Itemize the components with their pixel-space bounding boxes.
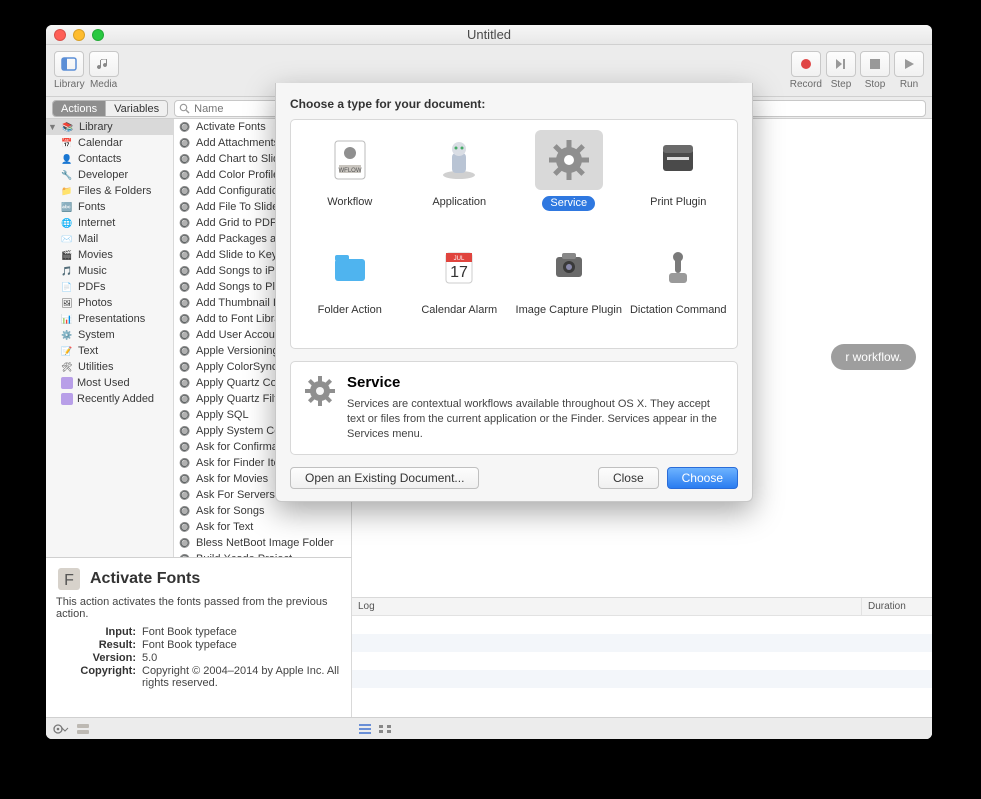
step-label: Step xyxy=(831,79,852,90)
media-icon xyxy=(97,57,111,71)
action-item[interactable]: 🔘Bless NetBoot Image Folder xyxy=(174,535,351,551)
type-desc-title: Service xyxy=(347,374,725,391)
document-type-option[interactable]: Print Plugin xyxy=(624,130,734,234)
choose-button[interactable]: Choose xyxy=(667,467,738,489)
media-button[interactable] xyxy=(89,51,119,77)
document-type-grid: WFLOWWorkflowApplicationServicePrint Plu… xyxy=(290,119,738,349)
document-type-option[interactable]: WFLOWWorkflow xyxy=(295,130,405,234)
log-rows xyxy=(352,616,932,717)
type-description-box: Service Services are contextual workflow… xyxy=(290,361,738,455)
record-button[interactable] xyxy=(791,51,821,77)
library-category[interactable]: ✉️Mail xyxy=(46,231,173,247)
step-icon xyxy=(835,58,847,70)
step-button[interactable] xyxy=(826,51,856,77)
close-button[interactable]: Close xyxy=(598,467,659,489)
library-category[interactable]: 🎵Music xyxy=(46,263,173,279)
library-category[interactable]: 🖼Photos xyxy=(46,295,173,311)
fontbook-icon: F xyxy=(56,566,82,592)
view-flow-icon[interactable] xyxy=(378,722,392,736)
service-gear-icon xyxy=(303,374,337,408)
info-result-key: Result: xyxy=(56,639,136,651)
action-item[interactable]: 🔘Ask for Songs xyxy=(174,503,351,519)
canvas-footer xyxy=(352,717,932,739)
stop-icon xyxy=(869,58,881,70)
svg-text:17: 17 xyxy=(450,264,468,281)
library-smart-folder[interactable]: Recently Added xyxy=(46,391,173,407)
info-copyright-key: Copyright: xyxy=(56,665,136,689)
library-category[interactable]: 🌐Internet xyxy=(46,215,173,231)
library-category[interactable]: 📁Files & Folders xyxy=(46,183,173,199)
info-title: Activate Fonts xyxy=(90,570,200,588)
library-toggle-button[interactable] xyxy=(54,51,84,77)
library-category[interactable]: 📅Calendar xyxy=(46,135,173,151)
info-input-key: Input: xyxy=(56,626,136,638)
library-root[interactable]: ▼📚Library xyxy=(46,119,173,135)
record-icon xyxy=(800,58,812,70)
info-result-value: Font Book typeface xyxy=(142,639,341,651)
search-icon xyxy=(179,103,190,114)
library-category[interactable]: ⚙️System xyxy=(46,327,173,343)
log-col-duration[interactable]: Duration xyxy=(862,598,932,615)
view-list-icon[interactable] xyxy=(358,722,372,736)
library-category[interactable]: 🔤Fonts xyxy=(46,199,173,215)
svg-text:F: F xyxy=(64,572,74,589)
info-desc: This action activates the fonts passed f… xyxy=(56,596,341,620)
sheet-heading: Choose a type for your document: xyxy=(290,97,738,111)
titlebar: Untitled xyxy=(46,25,932,45)
record-label: Record xyxy=(790,79,822,90)
library-category[interactable]: 📝Text xyxy=(46,343,173,359)
svg-text:WFLOW: WFLOW xyxy=(338,168,361,174)
window-title: Untitled xyxy=(46,27,932,42)
document-type-sheet: Choose a type for your document: WFLOWWo… xyxy=(275,83,753,502)
library-smart-folder[interactable]: Most Used xyxy=(46,375,173,391)
library-category[interactable]: 🛠Utilities xyxy=(46,359,173,375)
action-item[interactable]: 🔘Ask for Text xyxy=(174,519,351,535)
log-col-log[interactable]: Log xyxy=(352,598,862,615)
tab-variables[interactable]: Variables xyxy=(105,101,167,116)
canvas-hint: r workflow. xyxy=(831,344,916,370)
info-version-value: 5.0 xyxy=(142,652,341,664)
library-toggle-label: Library xyxy=(54,79,85,90)
document-type-option[interactable]: Dictation Command xyxy=(624,238,734,342)
library-footer xyxy=(46,717,352,739)
gear-menu-icon[interactable] xyxy=(52,723,70,735)
log-area: Log Duration xyxy=(352,597,932,717)
run-button[interactable] xyxy=(894,51,924,77)
action-info-panel: F Activate Fonts This action activates t… xyxy=(46,557,352,717)
document-type-option[interactable]: Folder Action xyxy=(295,238,405,342)
library-category[interactable]: 🎬Movies xyxy=(46,247,173,263)
document-type-option[interactable]: Image Capture Plugin xyxy=(514,238,624,342)
document-type-option[interactable]: JUL17Calendar Alarm xyxy=(405,238,515,342)
run-icon xyxy=(903,58,915,70)
info-input-value: Font Book typeface xyxy=(142,626,341,638)
info-version-key: Version: xyxy=(56,652,136,664)
document-type-option[interactable]: Service xyxy=(514,130,624,234)
automator-window: Untitled Library Media Record Step Stop xyxy=(46,25,932,739)
library-category[interactable]: 📊Presentations xyxy=(46,311,173,327)
sheet-footer: Open an Existing Document... Close Choos… xyxy=(290,467,738,489)
tab-actions[interactable]: Actions xyxy=(53,101,105,116)
workflow-item-icon[interactable] xyxy=(76,723,90,735)
actions-variables-segmented: Actions Variables xyxy=(52,100,168,117)
library-category[interactable]: 📄PDFs xyxy=(46,279,173,295)
stop-button[interactable] xyxy=(860,51,890,77)
svg-text:JUL: JUL xyxy=(454,256,465,262)
media-label: Media xyxy=(90,79,117,90)
stop-label: Stop xyxy=(865,79,886,90)
type-desc-text: Services are contextual workflows availa… xyxy=(347,397,725,442)
open-existing-button[interactable]: Open an Existing Document... xyxy=(290,467,479,489)
library-category[interactable]: 👤Contacts xyxy=(46,151,173,167)
library-category[interactable]: 🔧Developer xyxy=(46,167,173,183)
run-label: Run xyxy=(900,79,918,90)
info-copyright-value: Copyright © 2004–2014 by Apple Inc. All … xyxy=(142,665,341,689)
library-icon xyxy=(61,57,77,71)
document-type-option[interactable]: Application xyxy=(405,130,515,234)
